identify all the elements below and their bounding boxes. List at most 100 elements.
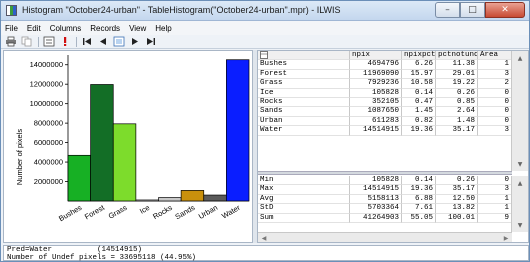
menu-bar: File Edit Columns Records View Help bbox=[1, 21, 529, 35]
summary-npixpct: 7.61 bbox=[402, 204, 436, 214]
toolbar-separator bbox=[38, 36, 39, 47]
cell-npix[interactable]: 14514915 bbox=[350, 126, 402, 136]
cell-npixpct[interactable]: 6.26 bbox=[402, 60, 436, 70]
scroll-right-icon[interactable]: ▶ bbox=[500, 233, 512, 243]
table-horizontal-scrollbar[interactable]: ◀ ▶ bbox=[258, 232, 512, 242]
status-undef-pixels: Number of Undef pixels = 33695118 (44.95… bbox=[7, 253, 197, 262]
cell-area[interactable]: 2 bbox=[478, 79, 512, 89]
properties-icon[interactable] bbox=[43, 36, 55, 47]
column-header-npixpct[interactable]: npixpct bbox=[402, 51, 436, 61]
cell-npix[interactable]: 4694796 bbox=[350, 60, 402, 70]
goto-record-icon[interactable] bbox=[113, 36, 125, 47]
menu-edit[interactable]: Edit bbox=[27, 24, 41, 33]
first-record-icon[interactable] bbox=[81, 36, 93, 47]
cell-npixpct[interactable]: 19.36 bbox=[402, 126, 436, 136]
cell-pctnotund[interactable]: 0.85 bbox=[436, 97, 478, 108]
histogram-bar[interactable] bbox=[135, 199, 159, 202]
cell-area[interactable]: 0 bbox=[478, 116, 512, 127]
histogram-bar[interactable] bbox=[67, 154, 91, 202]
next-record-icon[interactable] bbox=[129, 36, 141, 47]
record-label: Water bbox=[258, 126, 350, 136]
column-header-npix[interactable]: npix bbox=[350, 51, 402, 61]
cell-area[interactable]: 0 bbox=[478, 97, 512, 108]
histogram-bar[interactable] bbox=[112, 123, 137, 202]
summary-npix: 14514915 bbox=[350, 185, 402, 195]
minimize-button[interactable]: – bbox=[435, 2, 460, 18]
table-row[interactable]: Rocks 352105 0.47 0.85 0 bbox=[258, 97, 512, 108]
cell-pctnotund[interactable]: 11.38 bbox=[436, 60, 478, 70]
cell-npixpct[interactable]: 10.58 bbox=[402, 79, 436, 89]
cell-npix[interactable]: 1087650 bbox=[350, 107, 402, 117]
cell-npix[interactable]: 11969090 bbox=[350, 69, 402, 80]
cell-area[interactable]: 0 bbox=[478, 107, 512, 117]
cell-npixpct[interactable]: 0.47 bbox=[402, 97, 436, 108]
previous-record-icon[interactable] bbox=[97, 36, 109, 47]
summary-row: StD 5703364 7.61 13.82 1 bbox=[258, 204, 512, 214]
table-row[interactable]: Water 14514915 19.36 35.17 3 bbox=[258, 126, 512, 136]
summary-label: StD bbox=[258, 204, 350, 214]
table-row[interactable]: Ice 105828 0.14 0.26 0 bbox=[258, 88, 512, 98]
y-tick-label: 10000000 bbox=[30, 99, 63, 108]
cell-npixpct[interactable]: 15.97 bbox=[402, 69, 436, 80]
print-icon[interactable] bbox=[5, 36, 17, 47]
scroll-down-icon[interactable]: ▼ bbox=[512, 158, 528, 170]
summary-vertical-scrollbar[interactable]: ▲ ▼ bbox=[511, 176, 528, 232]
cell-npixpct[interactable]: 0.82 bbox=[402, 116, 436, 127]
menu-file[interactable]: File bbox=[5, 24, 18, 33]
scroll-down-icon[interactable]: ▼ bbox=[512, 219, 528, 231]
cell-area[interactable]: 3 bbox=[478, 69, 512, 80]
summary-area: 9 bbox=[478, 213, 512, 223]
cell-npix[interactable]: 105828 bbox=[350, 88, 402, 98]
column-header-area[interactable]: Area bbox=[478, 51, 512, 61]
cell-npix[interactable]: 611283 bbox=[350, 116, 402, 127]
cell-npix[interactable]: 352105 bbox=[350, 97, 402, 108]
copy-icon[interactable] bbox=[21, 36, 33, 47]
table-row[interactable]: Grass 7929236 10.58 19.22 2 bbox=[258, 79, 512, 89]
histogram-bar[interactable] bbox=[90, 84, 114, 202]
table-row[interactable]: Sands 1087650 1.45 2.64 0 bbox=[258, 107, 512, 117]
table-vertical-scrollbar[interactable]: ▲ ▼ bbox=[511, 51, 528, 171]
cell-pctnotund[interactable]: 0.26 bbox=[436, 88, 478, 98]
histogram-chart-pane[interactable]: 2000000 4000000 6000000 8000000 10000000 1200… bbox=[3, 50, 253, 243]
cell-area[interactable]: 3 bbox=[478, 126, 512, 136]
scroll-left-icon[interactable]: ◀ bbox=[258, 233, 270, 243]
menu-view[interactable]: View bbox=[129, 24, 146, 33]
scroll-up-icon[interactable]: ▲ bbox=[512, 52, 528, 64]
last-record-icon[interactable] bbox=[145, 36, 157, 47]
cell-npixpct[interactable]: 1.45 bbox=[402, 107, 436, 117]
cell-pctnotund[interactable]: 29.01 bbox=[436, 69, 478, 80]
summary-row: Sum 41264903 55.05 100.01 9 bbox=[258, 213, 512, 223]
cell-pctnotund[interactable]: 19.22 bbox=[436, 79, 478, 89]
table-row[interactable]: Bushes 4694796 6.26 11.38 1 bbox=[258, 60, 512, 70]
x-tick-label: Urban bbox=[197, 203, 219, 221]
summary-area: 3 bbox=[478, 185, 512, 195]
histogram-bar[interactable] bbox=[158, 197, 182, 202]
cell-npix[interactable]: 7929236 bbox=[350, 79, 402, 89]
summary-label: Min bbox=[258, 176, 350, 186]
menu-help[interactable]: Help bbox=[155, 24, 171, 33]
column-header-pctnotund[interactable]: pctnotund bbox=[436, 51, 478, 61]
histogram-bar[interactable] bbox=[203, 194, 227, 202]
menu-records[interactable]: Records bbox=[90, 24, 120, 33]
cell-npixpct[interactable]: 0.14 bbox=[402, 88, 436, 98]
cell-area[interactable]: 1 bbox=[478, 60, 512, 70]
exclamation-icon[interactable] bbox=[59, 36, 71, 47]
cell-pctnotund[interactable]: 35.17 bbox=[436, 126, 478, 136]
menu-columns[interactable]: Columns bbox=[50, 24, 82, 33]
title-bar[interactable]: Histogram "October24-urban" - TableHisto… bbox=[1, 1, 529, 21]
table-row[interactable]: Forest 11969090 15.97 29.01 3 bbox=[258, 69, 512, 80]
histogram-bar[interactable] bbox=[180, 190, 205, 202]
maximize-button[interactable]: □ bbox=[460, 2, 485, 18]
cell-pctnotund[interactable]: 2.64 bbox=[436, 107, 478, 117]
record-label: Forest bbox=[258, 69, 350, 80]
table-corner-icon[interactable] bbox=[258, 51, 350, 61]
x-tick-label: Grass bbox=[107, 203, 129, 221]
cell-pctnotund[interactable]: 1.48 bbox=[436, 116, 478, 127]
status-text-box: Pred=Water (14514915) Number of Undef pi… bbox=[3, 245, 529, 261]
histogram-bar[interactable] bbox=[226, 59, 250, 202]
scroll-up-icon[interactable]: ▲ bbox=[512, 177, 528, 189]
record-label: Urban bbox=[258, 116, 350, 127]
table-row[interactable]: Urban 611283 0.82 1.48 0 bbox=[258, 116, 512, 127]
close-button[interactable]: ✕ bbox=[485, 2, 525, 18]
cell-area[interactable]: 0 bbox=[478, 88, 512, 98]
